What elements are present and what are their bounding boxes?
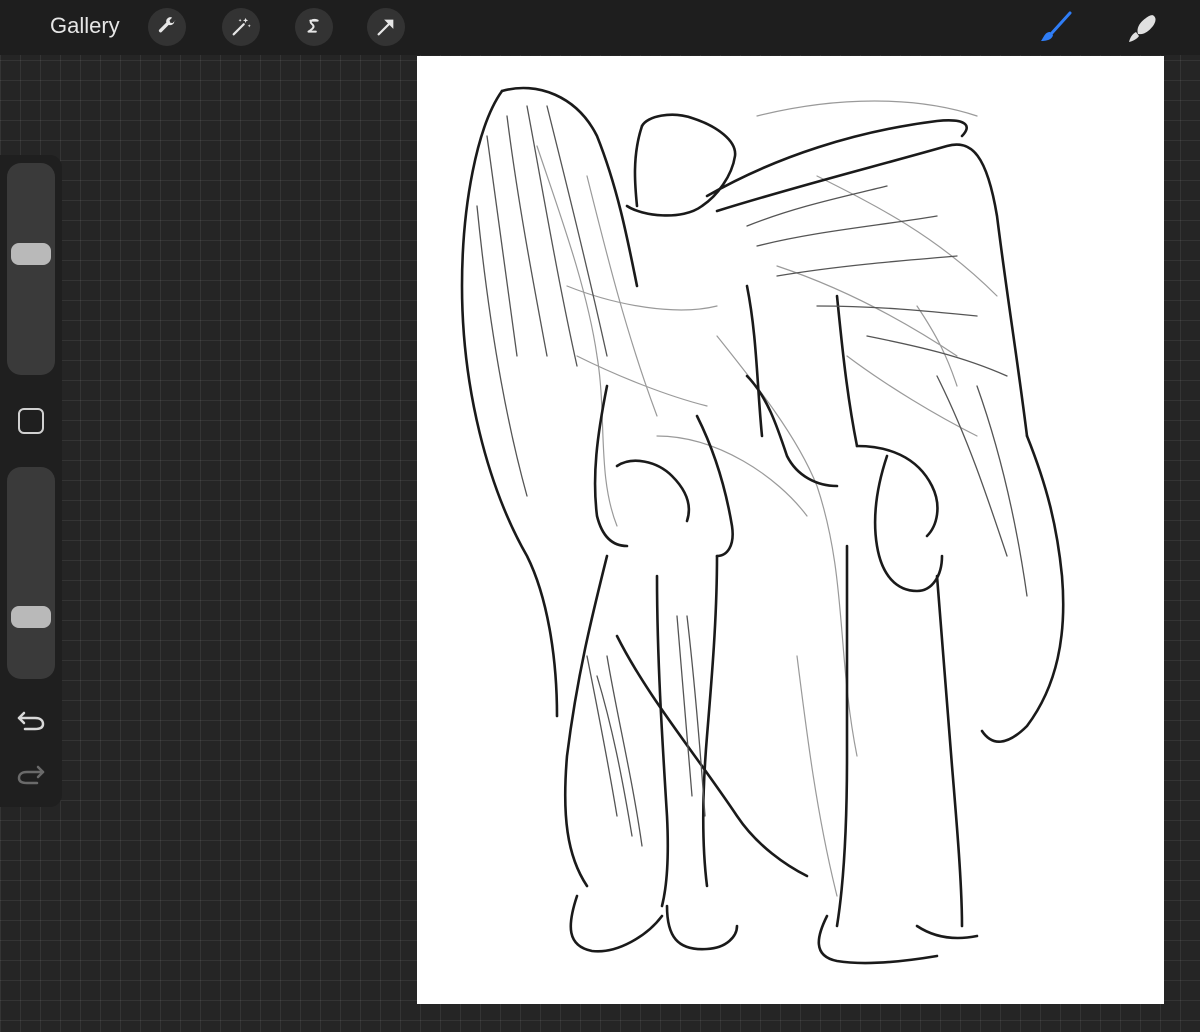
top-toolbar: Gallery	[0, 0, 1200, 55]
selection-button[interactable]	[295, 8, 333, 46]
smudge-button[interactable]	[1124, 10, 1160, 46]
opacity-slider[interactable]	[7, 467, 55, 679]
drawing-canvas[interactable]	[417, 56, 1164, 1004]
redo-button[interactable]	[15, 761, 47, 789]
brush-size-slider[interactable]	[7, 163, 55, 375]
modify-button[interactable]	[18, 408, 44, 434]
undo-icon	[17, 711, 45, 731]
gallery-button[interactable]: Gallery	[50, 13, 120, 39]
adjustments-button[interactable]	[222, 8, 260, 46]
magic-wand-icon	[232, 17, 251, 36]
redo-icon	[17, 765, 45, 785]
sketch-artwork	[460, 86, 1065, 965]
transform-arrow-icon	[377, 19, 394, 36]
selection-icon	[307, 18, 319, 33]
wrench-icon	[158, 17, 176, 33]
left-sidebar	[0, 155, 62, 807]
brush-icon	[1041, 11, 1072, 41]
transform-button[interactable]	[367, 8, 405, 46]
smudge-icon	[1129, 15, 1156, 42]
actions-button[interactable]	[148, 8, 186, 46]
brush-button[interactable]	[1037, 10, 1073, 46]
opacity-thumb[interactable]	[11, 605, 51, 628]
undo-button[interactable]	[15, 707, 47, 735]
brush-size-thumb[interactable]	[11, 243, 51, 266]
